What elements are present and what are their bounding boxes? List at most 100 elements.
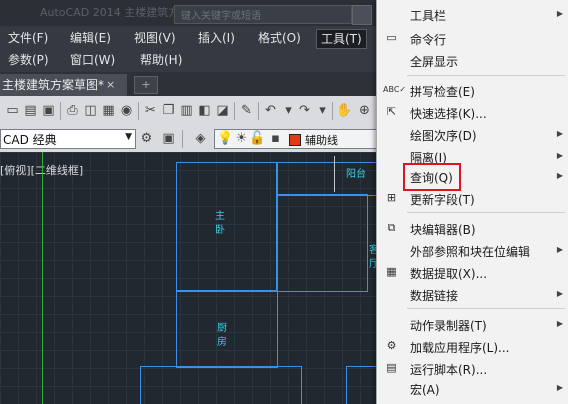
undo-dropdown-icon[interactable]: ▾ (280, 102, 297, 119)
undo-icon[interactable]: ↶ (262, 102, 279, 119)
menu-separator (407, 75, 565, 76)
toolbar-separator (258, 102, 259, 120)
menu-help[interactable]: 帮助(H) (136, 50, 186, 70)
menu-item-label: 数据提取(X)... (410, 267, 488, 281)
layer-dropdown[interactable]: 💡 ☀ 🔓 ▪ 辅助线 (214, 129, 382, 149)
menu-item-label: 动作录制器(T) (410, 319, 487, 333)
menu-item-xref-in-place[interactable]: 外部参照和块在位编辑 ▶ (377, 240, 568, 260)
data-extraction-icon: ▦ (386, 265, 397, 278)
submenu-arrow-icon: ▶ (556, 171, 563, 180)
redo-dropdown-icon[interactable]: ▾ (314, 102, 331, 119)
cut-icon[interactable]: ✂ (142, 102, 159, 119)
menu-item-quick-select[interactable]: ⇱ 快速选择(K)... (377, 102, 568, 122)
copy-icon[interactable]: ❐ (160, 102, 177, 119)
menu-separator (407, 212, 565, 213)
pan-icon[interactable]: ✋ (336, 102, 353, 119)
submenu-arrow-icon: ▶ (556, 319, 563, 328)
document-tab[interactable]: 主楼建筑方案草图* × (0, 74, 127, 96)
room-lower (140, 366, 302, 404)
menu-item-macro[interactable]: 宏(A) ▶ (377, 378, 568, 398)
new-tab-button[interactable]: + (134, 76, 158, 94)
menu-item-label: 命令行 (410, 33, 447, 47)
menu-item-label: 拼写检查(E) (410, 85, 475, 99)
redo-icon[interactable]: ↷ (296, 102, 313, 119)
plot-icon[interactable]: ▦ (100, 102, 117, 119)
room-label-master-bedroom: 主卧 (215, 211, 225, 236)
toolbar-separator (182, 130, 183, 148)
lightbulb-icon: 💡 (217, 131, 234, 146)
workspace-settings-icon[interactable]: ▣ (160, 130, 177, 147)
new-file-icon[interactable]: ▭ (4, 102, 21, 119)
menu-item-data-links[interactable]: 数据链接 ▶ (377, 284, 568, 304)
document-tab-bar: 主楼建筑方案草图* × + (0, 72, 380, 96)
toolbar-separator (138, 102, 139, 120)
menu-item-draw-order[interactable]: 绘图次序(D) ▶ (377, 124, 568, 144)
submenu-arrow-icon: ▶ (556, 245, 563, 254)
menu-item-label: 块编辑器(B) (410, 223, 476, 237)
workspace-toolbar: CAD 经典 ▼ ⚙ ▣ ◈ 💡 ☀ 🔓 ▪ 辅助线 (0, 126, 382, 153)
sun-icon: ☀ (235, 131, 248, 146)
dimension-line (334, 156, 336, 192)
menu-file[interactable]: 文件(F) (4, 28, 52, 48)
menu-view[interactable]: 视图(V) (130, 28, 180, 48)
open-file-icon[interactable]: ▤ (22, 102, 39, 119)
menu-format[interactable]: 格式(O) (254, 28, 305, 48)
room-master-bedroom (176, 162, 278, 292)
toolbar-separator (234, 102, 235, 120)
drawing-canvas[interactable]: [俯视][二维线框] 阳台 主卧 厨房 客厅 (0, 152, 380, 404)
document-tab-label: 主楼建筑方案草图* (2, 78, 105, 92)
print-icon[interactable]: ⎙ (64, 102, 81, 119)
menu-item-update-fields[interactable]: ⊞ 更新字段(T) (377, 188, 568, 208)
menu-tools[interactable]: 工具(T) (316, 29, 367, 49)
print-preview-icon[interactable]: ◫ (82, 102, 99, 119)
load-application-icon: ⚙ (386, 339, 397, 352)
publish-icon[interactable]: ◉ (118, 102, 135, 119)
menu-parametric[interactable]: 参数(P) (4, 50, 53, 70)
match-properties-icon[interactable]: ◧ (196, 102, 213, 119)
close-icon[interactable]: × (106, 74, 115, 96)
menu-item-label: 数据链接 (410, 289, 459, 303)
menu-item-label: 运行脚本(R)... (410, 363, 488, 377)
menu-item-data-extraction[interactable]: ▦ 数据提取(X)... (377, 262, 568, 282)
menu-edit[interactable]: 编辑(E) (66, 28, 115, 48)
search-input[interactable]: 键入关键字或短语 (174, 5, 352, 24)
menu-item-run-script[interactable]: ▤ 运行脚本(R)... (377, 358, 568, 378)
search-button[interactable] (352, 5, 372, 25)
menu-item-spell-check[interactable]: ABC✓ 拼写检查(E) (377, 80, 568, 100)
workspace-dropdown[interactable]: CAD 经典 ▼ (0, 129, 136, 149)
room-adjacent (276, 194, 368, 292)
menu-item-command-line[interactable]: ▭ 命令行 (377, 28, 568, 48)
menu-item-label: 快速选择(K)... (410, 107, 487, 121)
save-icon[interactable]: ▣ (40, 102, 57, 119)
lock-icon: 🔓 (249, 131, 266, 146)
room-lower-right (346, 366, 380, 404)
menu-insert[interactable]: 插入(I) (194, 28, 239, 48)
plot-layer-icon: ▪ (271, 131, 280, 146)
standard-toolbar: ▭ ▤ ▣ ⎙ ◫ ▦ ◉ ✂ ❐ ▥ ◧ ◪ ✎ ↶ ▾ ↷ ▾ ✋ ⊕ (0, 96, 380, 127)
menu-window[interactable]: 窗口(W) (66, 50, 119, 70)
current-layer-value: 辅助线 (305, 134, 338, 147)
menu-item-fullscreen[interactable]: 全屏显示 (377, 50, 568, 70)
block-icon[interactable]: ◪ (214, 102, 231, 119)
submenu-arrow-icon: ▶ (556, 9, 563, 18)
highlight-annotation-box (403, 163, 461, 191)
run-script-icon: ▤ (386, 361, 397, 374)
chevron-down-icon: ▼ (125, 132, 132, 142)
menu-item-label: 绘图次序(D) (410, 129, 477, 143)
block-editor-icon: ⧉ (387, 221, 396, 234)
gear-icon[interactable]: ⚙ (138, 130, 155, 147)
menu-item-label: 外部参照和块在位编辑 (410, 245, 531, 259)
quick-select-icon: ⇱ (386, 105, 397, 118)
menu-item-block-editor[interactable]: ⧉ 块编辑器(B) (377, 218, 568, 238)
menu-item-toolbars[interactable]: 工具栏 ▶ (377, 4, 568, 24)
brush-icon[interactable]: ✎ (238, 102, 255, 119)
menu-item-label: 加载应用程序(L)... (410, 341, 510, 355)
paste-icon[interactable]: ▥ (178, 102, 195, 119)
menu-item-action-recorder[interactable]: 动作录制器(T) ▶ (377, 314, 568, 334)
menu-item-label: 宏(A) (410, 383, 440, 397)
menu-item-load-application[interactable]: ⚙ 加载应用程序(L)... (377, 336, 568, 356)
layer-manager-icon[interactable]: ◈ (192, 130, 209, 147)
spell-check-icon: ABC✓ (383, 85, 407, 94)
submenu-arrow-icon: ▶ (556, 129, 563, 138)
zoom-icon[interactable]: ⊕ (356, 102, 373, 119)
